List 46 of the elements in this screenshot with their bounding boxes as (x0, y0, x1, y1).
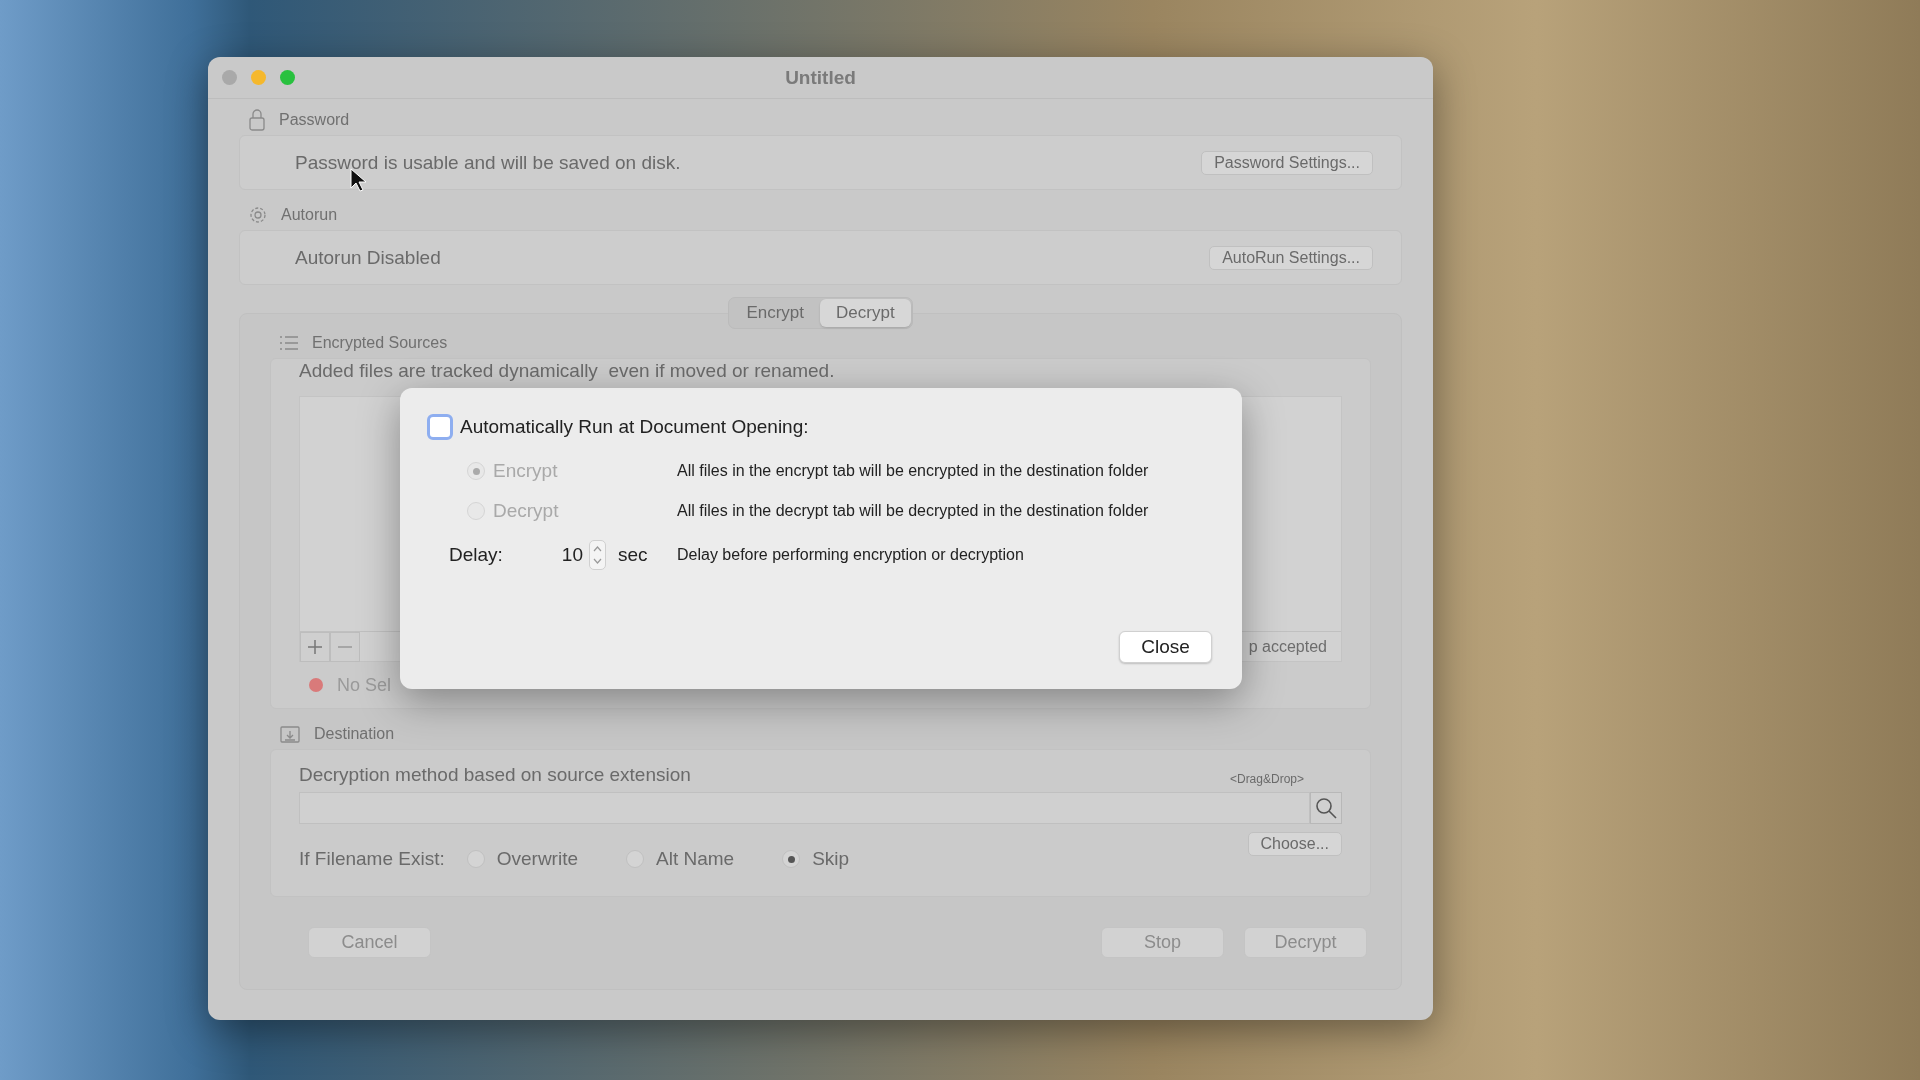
drag-drop-hint: <Drag&Drop> (1229, 772, 1304, 786)
status-dot (309, 678, 323, 692)
mode-description: All files in the encrypt tab will be encrypted in the destination folder (677, 462, 1150, 480)
mouse-pointer-icon (350, 168, 366, 192)
minimize-window-button[interactable] (251, 70, 266, 85)
choose-button[interactable]: Choose... (1247, 832, 1342, 856)
password-status: Password is usable and will be saved on disk. (295, 151, 681, 174)
tab[interactable]: Encrypt (730, 299, 821, 327)
filename-exists-label: If Filename Exist: (299, 848, 445, 870)
section-header: Destination (314, 725, 395, 743)
chevrons-icon (593, 544, 602, 566)
section-header: Encrypted Sources (312, 334, 448, 352)
plus-icon (308, 639, 322, 654)
section-header: Password (279, 111, 350, 129)
zoom-window-button[interactable] (280, 70, 295, 85)
remove-button[interactable] (330, 631, 360, 662)
autorun-settings-button[interactable]: AutoRun Settings... (1209, 245, 1373, 270)
window-title: Untitled (785, 66, 856, 88)
delay-label: Delay: (449, 544, 504, 566)
folder-download-icon (280, 725, 300, 743)
autorun-status: Autorun Disabled (295, 246, 441, 269)
destination-field[interactable] (299, 792, 1310, 824)
delay-stepper[interactable] (589, 540, 606, 570)
list-hint: p accepted (1248, 637, 1328, 656)
radio-option[interactable]: Overwrite (466, 848, 578, 870)
search-icon (1315, 797, 1337, 819)
decryption-method: Decryption method based on source extension (299, 764, 691, 786)
delay-value[interactable]: 10 (545, 544, 583, 566)
autorun-checkbox[interactable]: Automatically Run at Document Opening: (427, 414, 1212, 440)
close-button[interactable]: Close (1119, 631, 1212, 663)
mode-description: All files in the decrypt tab will be decrypted in the destination folder (677, 502, 1150, 520)
radio-option[interactable]: Alt Name (626, 848, 735, 870)
lock-icon (249, 109, 265, 131)
list-icon (280, 336, 298, 350)
radio-option[interactable]: Skip (782, 848, 850, 870)
close-window-button[interactable] (222, 70, 237, 85)
delay-description: Delay before performing encryption or decryption (677, 546, 1025, 564)
section-header: Autorun (281, 206, 338, 224)
gear-icon (249, 206, 267, 224)
minus-icon (338, 645, 352, 648)
tab[interactable]: Decrypt (820, 299, 911, 327)
search-button[interactable] (1310, 792, 1342, 824)
sources-note: Added files are tracked dynamically even if moved or renamed. (299, 360, 836, 382)
delay-unit: sec (618, 544, 648, 566)
add-button[interactable] (300, 631, 330, 662)
password-settings-button[interactable]: Password Settings... (1201, 150, 1373, 175)
